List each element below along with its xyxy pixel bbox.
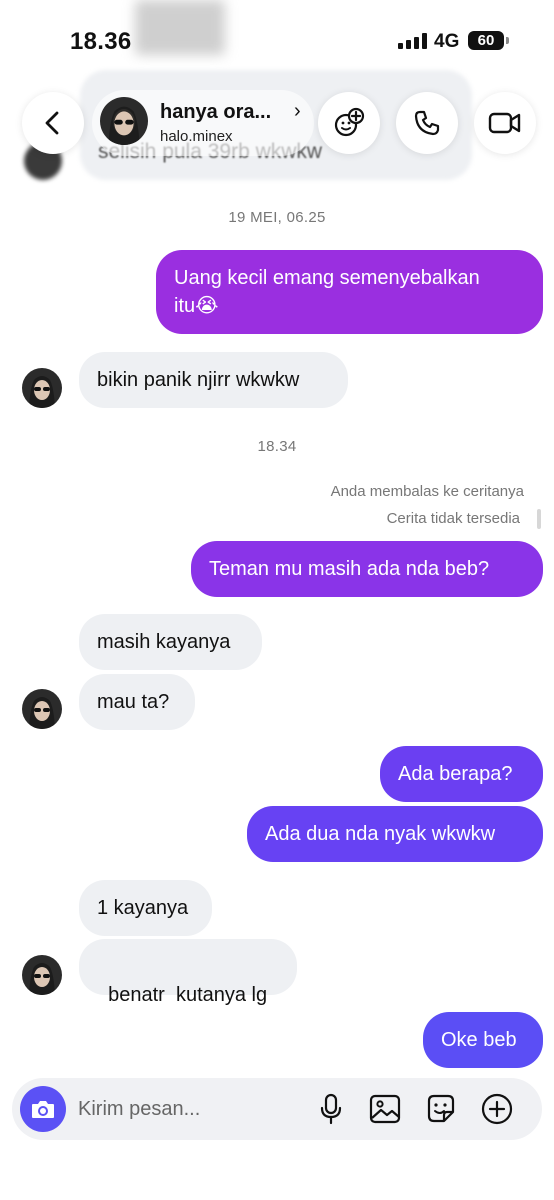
camera-button[interactable] [20, 1086, 66, 1132]
message-input[interactable] [78, 1090, 308, 1128]
message-text: masih kayanya [97, 631, 231, 653]
battery-icon: 60 [468, 31, 504, 50]
signal-icon [398, 33, 428, 49]
message-text: 1 kayanya [97, 897, 189, 919]
avatar[interactable] [22, 689, 62, 729]
message-bubble-incoming[interactable]: 1 kayanya [79, 880, 212, 936]
sticker-button[interactable] [424, 1092, 458, 1126]
network-type: 4G [434, 31, 460, 52]
message-text: Uang kecil emang semenyebalkan [174, 267, 480, 289]
message-bubble-outgoing[interactable]: Oke beb [423, 1012, 543, 1068]
message-text: benatr kutanya lg [108, 984, 268, 1006]
story-reply-note: Anda membalas ke ceritanya [330, 483, 524, 500]
message-bubble-outgoing[interactable]: Uang kecil emang semenyebalkan itu😭 [156, 250, 543, 334]
message-text: itu😭 [174, 295, 219, 317]
microphone-icon [320, 1093, 342, 1125]
story-reply-indicator [537, 509, 541, 529]
plus-circle-icon [481, 1093, 513, 1125]
back-button[interactable] [22, 92, 84, 154]
status-bar: 18.36 4G 60 [0, 0, 554, 80]
chevron-right-icon[interactable]: › [294, 100, 301, 123]
more-options-button[interactable] [480, 1092, 514, 1126]
message-text: bikin panik njirr wkwkw [97, 369, 300, 391]
message-text: Teman mu masih ada nda beb? [209, 558, 490, 580]
message-bubble-outgoing[interactable]: Ada dua nda nyak wkwkw [247, 806, 543, 862]
video-camera-icon [488, 112, 521, 134]
timestamp: 18.34 [257, 438, 297, 455]
message-bubble-incoming[interactable]: benatr kutanya lg [79, 939, 297, 1006]
message-bubble-incoming[interactable]: bikin panik njirr wkwkw [79, 352, 348, 408]
microphone-button[interactable] [314, 1092, 348, 1126]
timestamp: 19 MEI, 06.25 [228, 209, 326, 226]
message-bubble-outgoing[interactable]: Ada berapa? [380, 746, 543, 802]
message-bubble-outgoing[interactable]: Teman mu masih ada nda beb? [191, 541, 543, 597]
avatar[interactable] [22, 368, 62, 408]
message-bubble-incoming[interactable]: masih kayanya [79, 614, 262, 670]
gallery-button[interactable] [368, 1092, 402, 1126]
add-people-icon [334, 107, 365, 137]
add-people-button[interactable] [318, 92, 380, 154]
video-call-button[interactable] [474, 92, 536, 154]
avatar[interactable] [22, 955, 62, 995]
voice-call-button[interactable] [396, 92, 458, 154]
image-icon [369, 1094, 401, 1124]
sticker-icon [427, 1094, 455, 1123]
camera-icon [32, 1101, 54, 1118]
avatar[interactable] [100, 97, 148, 145]
message-text: mau ta? [97, 691, 170, 713]
contact-name[interactable]: hanya ora... [160, 101, 271, 124]
story-unavailable-note[interactable]: Cerita tidak tersedia [387, 510, 520, 527]
status-time: 18.36 [70, 28, 132, 55]
phone-icon [414, 110, 440, 136]
message-text: Ada dua nda nyak wkwkw [265, 823, 496, 845]
battery-tip [506, 37, 509, 44]
message-bubble-incoming[interactable]: mau ta? [79, 674, 195, 730]
message-text: Ada berapa? [398, 763, 513, 785]
message-text: Oke beb [441, 1029, 517, 1051]
blurred-image [135, 0, 225, 55]
contact-username[interactable]: halo.minex [160, 128, 233, 145]
chevron-left-icon [45, 111, 59, 135]
